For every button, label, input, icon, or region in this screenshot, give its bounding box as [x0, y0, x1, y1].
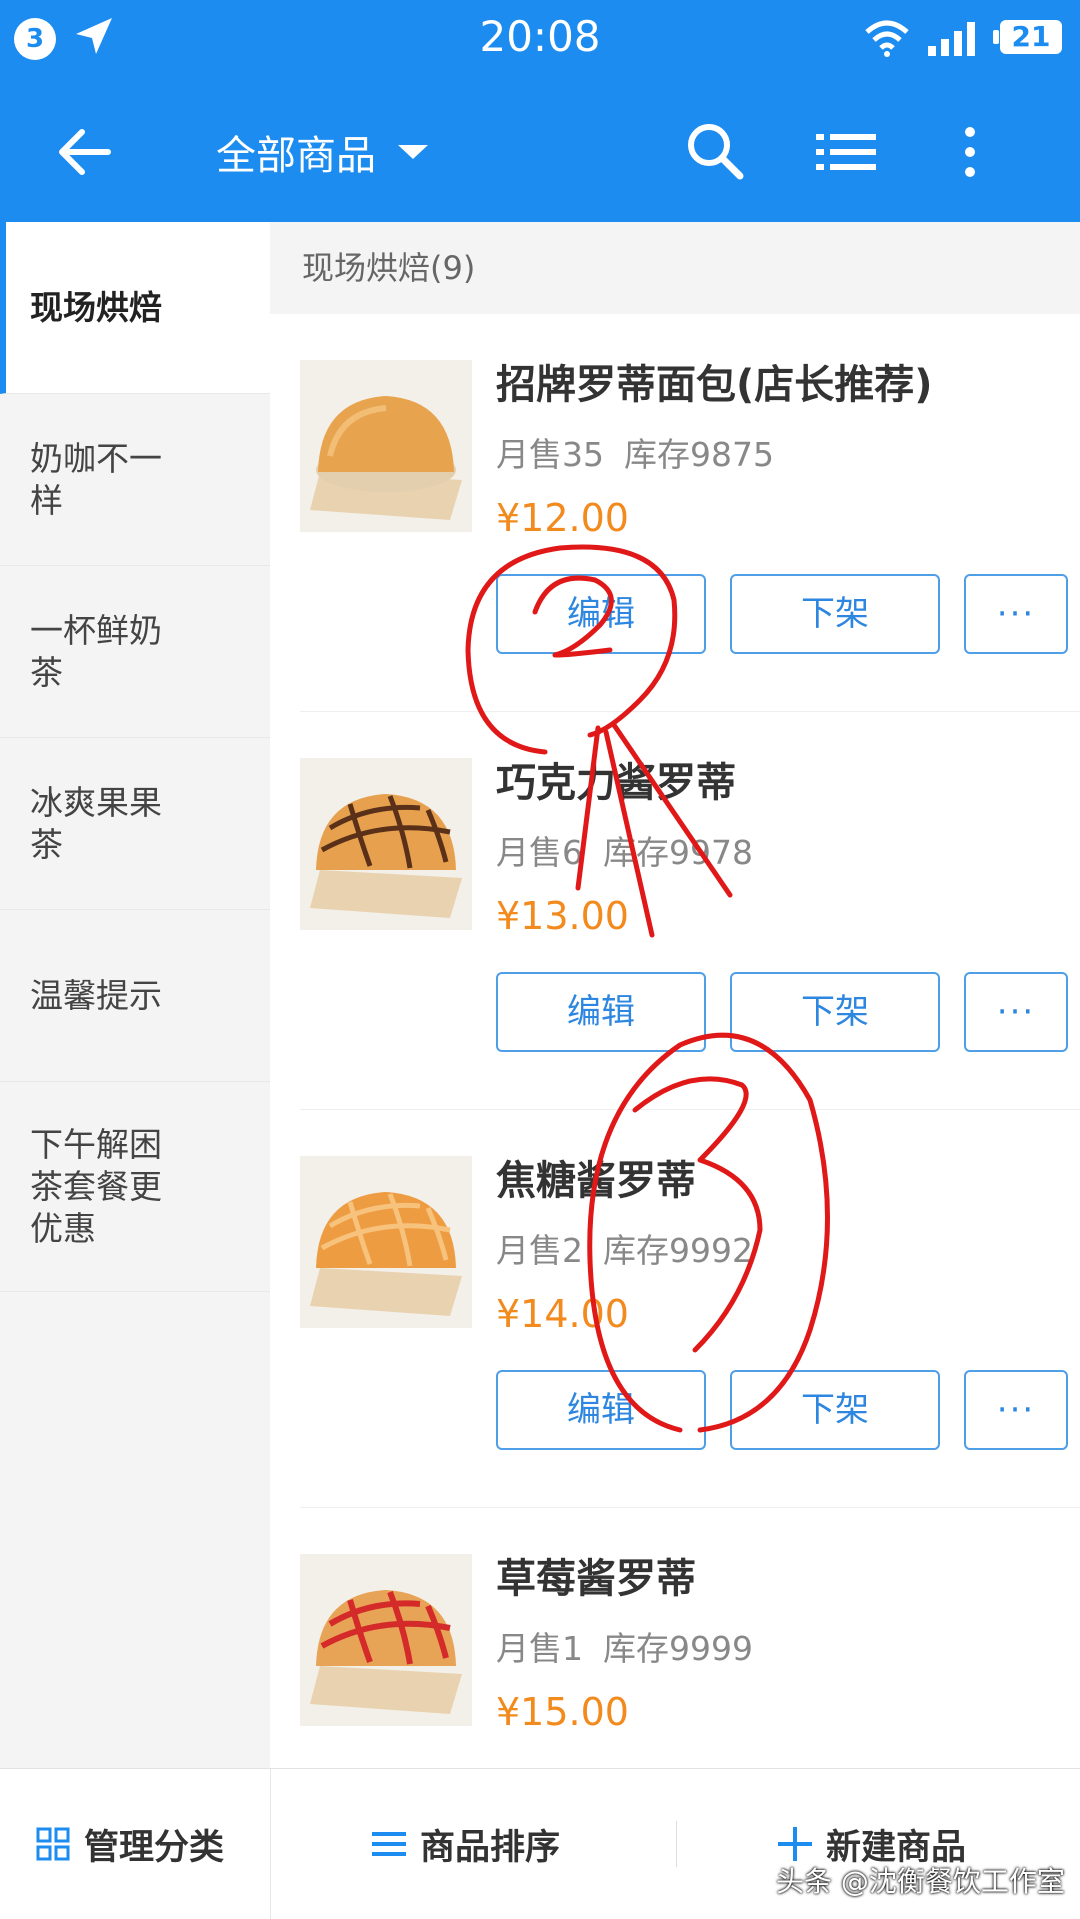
more-options-button[interactable]: ··· [964, 1370, 1068, 1450]
grid-icon [36, 1827, 70, 1861]
product-name: 焦糖酱罗蒂 [496, 1158, 696, 1204]
product-image [300, 758, 472, 930]
search-icon[interactable] [682, 118, 748, 184]
stock-count: 库存9875 [624, 435, 774, 474]
sort-products-button[interactable]: 商品排序 [372, 1769, 560, 1919]
more-vertical-icon[interactable] [950, 122, 990, 182]
product-item: 招牌罗蒂面包(店长推荐) 月售35 库存9875 ¥12.00 编辑 下架 ··· [300, 314, 1080, 712]
category-dropdown[interactable]: 全部商品 [216, 120, 428, 184]
watermark: 头条 @沈衡餐饮工作室 [776, 1865, 1065, 1898]
product-item: 巧克力酱罗蒂 月售6 库存9978 ¥13.00 编辑 下架 ··· [300, 712, 1080, 1110]
product-name: 草莓酱罗蒂 [496, 1556, 696, 1602]
divider [676, 1821, 677, 1867]
stock-count: 库存9978 [603, 833, 753, 872]
edit-button[interactable]: 编辑 [496, 972, 706, 1052]
sidebar-item-bakery[interactable]: 现场烘焙 [0, 222, 270, 394]
category-sidebar: 现场烘焙 奶咖不一样 一杯鲜奶茶 冰爽果果茶 温馨提示 下午解困茶套餐更优惠 [0, 222, 270, 1768]
product-stats: 月售35 库存9875 [496, 428, 774, 476]
monthly-sales: 月售35 [496, 435, 604, 474]
plus-icon [778, 1827, 812, 1861]
monthly-sales: 月售6 [496, 833, 583, 872]
sidebar-item-milk-coffee[interactable]: 奶咖不一样 [0, 394, 270, 566]
manage-category-label: 管理分类 [84, 1827, 225, 1868]
app-bar: 全部商品 [0, 76, 1080, 222]
sort-lines-icon [372, 1832, 406, 1856]
product-name: 招牌罗蒂面包(店长推荐) [496, 362, 933, 408]
off-shelf-button[interactable]: 下架 [730, 972, 940, 1052]
back-arrow-icon[interactable] [52, 120, 116, 184]
sidebar-item-afternoon-set[interactable]: 下午解困茶套餐更优惠 [0, 1082, 270, 1292]
product-stats: 月售2 库存9992 [496, 1224, 753, 1272]
product-price: ¥13.00 [496, 894, 629, 938]
page-title: 全部商品 [216, 133, 376, 179]
product-image [300, 1554, 472, 1726]
product-price: ¥14.00 [496, 1292, 629, 1336]
edit-button[interactable]: 编辑 [496, 1370, 706, 1450]
stock-count: 库存9999 [603, 1629, 753, 1668]
product-stats: 月售1 库存9999 [496, 1622, 753, 1670]
off-shelf-button[interactable]: 下架 [730, 574, 940, 654]
product-image [300, 1156, 472, 1328]
dropdown-caret-icon [398, 145, 428, 159]
status-time: 20:08 [479, 12, 601, 61]
signal-icon [928, 22, 975, 56]
sidebar-item-fresh-milk-tea[interactable]: 一杯鲜奶茶 [0, 566, 270, 738]
sidebar-item-label: 温馨提示 [30, 975, 162, 1015]
status-bar: 3 20:08 21 [0, 0, 1080, 76]
product-list: 现场烘焙(9) 招牌罗蒂面包(店长推荐) 月售35 库存9875 ¥12.00 编… [270, 222, 1080, 1768]
sidebar-item-label: 现场烘焙 [30, 287, 162, 327]
off-shelf-button[interactable]: 下架 [730, 1370, 940, 1450]
product-image [300, 360, 472, 532]
sidebar-item-fruit-tea[interactable]: 冰爽果果茶 [0, 738, 270, 910]
monthly-sales: 月售2 [496, 1231, 583, 1270]
more-options-button[interactable]: ··· [964, 972, 1068, 1052]
product-item: 草莓酱罗蒂 月售1库存9999 ¥15.00 编辑 下架 ··· [300, 1508, 1080, 1768]
product-stats: 月售6 库存9978 [496, 826, 753, 874]
product-price: ¥15.00 [496, 1690, 629, 1734]
product-price: ¥12.00 [496, 496, 629, 540]
product-name: 巧克力酱罗蒂 [496, 760, 736, 806]
monthly-sales: 月售1 [496, 1629, 583, 1668]
product-item: 焦糖酱罗蒂 月售2 库存9992 ¥14.00 编辑 下架 ··· [300, 1110, 1080, 1508]
wifi-icon [865, 20, 909, 57]
sidebar-item-label: 一杯鲜奶茶 [30, 610, 162, 692]
stock-count: 库存9992 [603, 1231, 753, 1270]
manage-category-button[interactable]: 管理分类 [36, 1769, 224, 1919]
more-options-button[interactable]: ··· [964, 574, 1068, 654]
edit-button[interactable]: 编辑 [496, 574, 706, 654]
sort-products-label: 商品排序 [420, 1827, 561, 1868]
list-icon[interactable] [814, 122, 878, 182]
battery-indicator: 21 [993, 20, 1062, 54]
sidebar-item-label: 下午解困茶套餐更优惠 [30, 1124, 162, 1248]
sidebar-item-label: 奶咖不一样 [30, 438, 162, 520]
divider [270, 1769, 271, 1919]
section-header: 现场烘焙(9) [270, 222, 1080, 314]
sidebar-item-tips[interactable]: 温馨提示 [0, 910, 270, 1082]
sidebar-item-label: 冰爽果果茶 [30, 782, 162, 864]
